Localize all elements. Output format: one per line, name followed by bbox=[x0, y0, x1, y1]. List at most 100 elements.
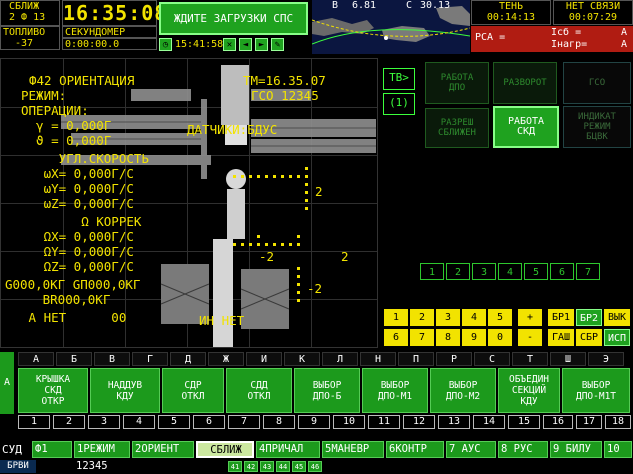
softkey-sdr-off[interactable]: СДР ОТКЛ bbox=[162, 368, 224, 413]
key-0[interactable]: 0 bbox=[488, 329, 512, 346]
num-key-18[interactable]: 18 bbox=[605, 415, 631, 429]
num-key-10[interactable]: 10 bbox=[333, 415, 365, 429]
letter-key-r[interactable]: Р bbox=[436, 352, 472, 366]
wait-loading-button[interactable]: ЖДИТЕ ЗАГРУЗКИ СПС bbox=[159, 2, 308, 35]
num-key-16[interactable]: 16 bbox=[543, 415, 573, 429]
letter-key-k[interactable]: К bbox=[284, 352, 320, 366]
tv-button[interactable]: ТВ> bbox=[383, 68, 415, 90]
key-top-6[interactable]: 6 bbox=[550, 263, 574, 280]
num-key-9[interactable]: 9 bbox=[298, 415, 330, 429]
key-6[interactable]: 6 bbox=[384, 329, 408, 346]
key-7[interactable]: 7 bbox=[410, 329, 434, 346]
letter-key-b[interactable]: Б bbox=[56, 352, 92, 366]
num-key-7[interactable]: 7 bbox=[228, 415, 260, 429]
key-br1[interactable]: БР1 bbox=[548, 309, 574, 326]
key-execute[interactable]: ИСП bbox=[604, 329, 630, 346]
num-key-17[interactable]: 17 bbox=[576, 415, 602, 429]
softkey-select-dpo-b[interactable]: ВЫБОР ДПО-Б bbox=[294, 368, 360, 413]
key-top-2[interactable]: 2 bbox=[446, 263, 470, 280]
letter-key-l[interactable]: Л bbox=[322, 352, 358, 366]
key-3[interactable]: 3 bbox=[436, 309, 460, 326]
key-top-5[interactable]: 5 bbox=[524, 263, 548, 280]
display-line-2: ОПЕРАЦИИ: bbox=[21, 103, 89, 118]
mode-dpo-work[interactable]: РАБОТА ДПО bbox=[425, 62, 489, 104]
letter-key-p[interactable]: П bbox=[398, 352, 434, 366]
letter-key-a[interactable]: А bbox=[18, 352, 54, 366]
fkey-orient[interactable]: 2ОРИЕНТ bbox=[132, 441, 194, 458]
softkey-kdu-pressurize[interactable]: НАДДУВ КДУ bbox=[90, 368, 160, 413]
fkey-10[interactable]: 10 bbox=[604, 441, 632, 458]
key-9[interactable]: 9 bbox=[462, 329, 486, 346]
fkey-f1[interactable]: Ф1 bbox=[32, 441, 72, 458]
mode-skd-work[interactable]: РАБОТА СКД bbox=[493, 106, 559, 148]
softkey-select-dpo-m2[interactable]: ВЫБОР ДПО-М2 bbox=[430, 368, 496, 413]
arrow-right-icon[interactable]: ► bbox=[255, 38, 268, 51]
fkey-control[interactable]: 6КОНТР bbox=[386, 441, 444, 458]
num-key-13[interactable]: 13 bbox=[438, 415, 470, 429]
key-reset[interactable]: СБР bbox=[576, 329, 602, 346]
sub-key-41[interactable]: 41 bbox=[228, 461, 242, 472]
fkey-dock[interactable]: 4ПРИЧАЛ bbox=[256, 441, 320, 458]
num-key-12[interactable]: 12 bbox=[403, 415, 435, 429]
letter-key-n[interactable]: Н bbox=[360, 352, 396, 366]
key-br2[interactable]: БР2 bbox=[576, 309, 602, 326]
fkey-maneuver[interactable]: 5МАНЕВР bbox=[322, 441, 384, 458]
key-8[interactable]: 8 bbox=[436, 329, 460, 346]
sub-key-46[interactable]: 46 bbox=[308, 461, 322, 472]
sub-key-44[interactable]: 44 bbox=[276, 461, 290, 472]
fkey-approach[interactable]: СБЛИЖ bbox=[196, 441, 254, 458]
key-4[interactable]: 4 bbox=[462, 309, 486, 326]
fkey-aus[interactable]: 7 АУС bbox=[446, 441, 496, 458]
letter-key-v[interactable]: В bbox=[94, 352, 130, 366]
softkey-merge-kdu-sections[interactable]: ОБЪЕДИН СЕКЦИЙ КДУ bbox=[498, 368, 560, 413]
letter-key-sh[interactable]: Ш bbox=[550, 352, 586, 366]
fkey-rus[interactable]: 8 РУС bbox=[498, 441, 548, 458]
num-key-2[interactable]: 2 bbox=[53, 415, 85, 429]
letter-key-zh[interactable]: Ж bbox=[208, 352, 244, 366]
key-off[interactable]: ВЫК bbox=[604, 309, 630, 326]
close-icon[interactable]: ✕ bbox=[223, 38, 236, 51]
mode-gso[interactable]: ГСО bbox=[563, 62, 631, 104]
num-key-11[interactable]: 11 bbox=[368, 415, 400, 429]
sub-key-43[interactable]: 43 bbox=[260, 461, 274, 472]
num-key-15[interactable]: 15 bbox=[508, 415, 540, 429]
key-extinguish[interactable]: ГАШ bbox=[548, 329, 574, 346]
num-key-1[interactable]: 1 bbox=[18, 415, 50, 429]
letter-key-d[interactable]: Д bbox=[170, 352, 206, 366]
letter-key-e[interactable]: Э bbox=[588, 352, 624, 366]
key-plus[interactable]: + bbox=[518, 309, 542, 326]
key-top-4[interactable]: 4 bbox=[498, 263, 522, 280]
letter-key-s[interactable]: С bbox=[474, 352, 510, 366]
softkey-select-dpo-m1t[interactable]: ВЫБОР ДПО-М1Т bbox=[562, 368, 630, 413]
key-2[interactable]: 2 bbox=[410, 309, 434, 326]
key-1[interactable]: 1 bbox=[384, 309, 408, 326]
letter-key-g[interactable]: Г bbox=[132, 352, 168, 366]
softkey-skd-cover-open[interactable]: КРЫШКА СКД ОТКР bbox=[18, 368, 88, 413]
num-key-3[interactable]: 3 bbox=[88, 415, 120, 429]
channel-one-button[interactable]: (1) bbox=[383, 93, 415, 115]
num-key-4[interactable]: 4 bbox=[123, 415, 155, 429]
mode-bcvk-indicator[interactable]: ИНДИКАТ РЕЖИМ БЦВК bbox=[563, 106, 631, 148]
fkey-bilu[interactable]: 9 БИЛУ bbox=[550, 441, 602, 458]
key-minus[interactable]: - bbox=[518, 329, 542, 346]
arrow-left-icon[interactable]: ◄ bbox=[239, 38, 252, 51]
letter-key-i[interactable]: И bbox=[246, 352, 282, 366]
pencil-icon[interactable]: ✎ bbox=[271, 38, 284, 51]
num-key-6[interactable]: 6 bbox=[193, 415, 225, 429]
softkey-select-dpo-m1[interactable]: ВЫБОР ДПО-М1 bbox=[362, 368, 428, 413]
mode-turn[interactable]: РАЗВОРОТ bbox=[493, 62, 557, 104]
sub-key-42[interactable]: 42 bbox=[244, 461, 258, 472]
num-key-14[interactable]: 14 bbox=[473, 415, 505, 429]
key-5[interactable]: 5 bbox=[488, 309, 512, 326]
mode-allow-approach[interactable]: РАЗРЕШ СБЛИЖЕН bbox=[425, 108, 489, 148]
num-key-5[interactable]: 5 bbox=[158, 415, 190, 429]
num-key-8[interactable]: 8 bbox=[263, 415, 295, 429]
key-top-3[interactable]: 3 bbox=[472, 263, 496, 280]
softkey-sdd-off[interactable]: СДД ОТКЛ bbox=[226, 368, 292, 413]
letter-side-tab[interactable]: А bbox=[0, 352, 14, 414]
key-top-1[interactable]: 1 bbox=[420, 263, 444, 280]
letter-key-t[interactable]: Т bbox=[512, 352, 548, 366]
sub-key-45[interactable]: 45 bbox=[292, 461, 306, 472]
key-top-7[interactable]: 7 bbox=[576, 263, 600, 280]
fkey-mode[interactable]: 1РЕЖИМ bbox=[74, 441, 130, 458]
